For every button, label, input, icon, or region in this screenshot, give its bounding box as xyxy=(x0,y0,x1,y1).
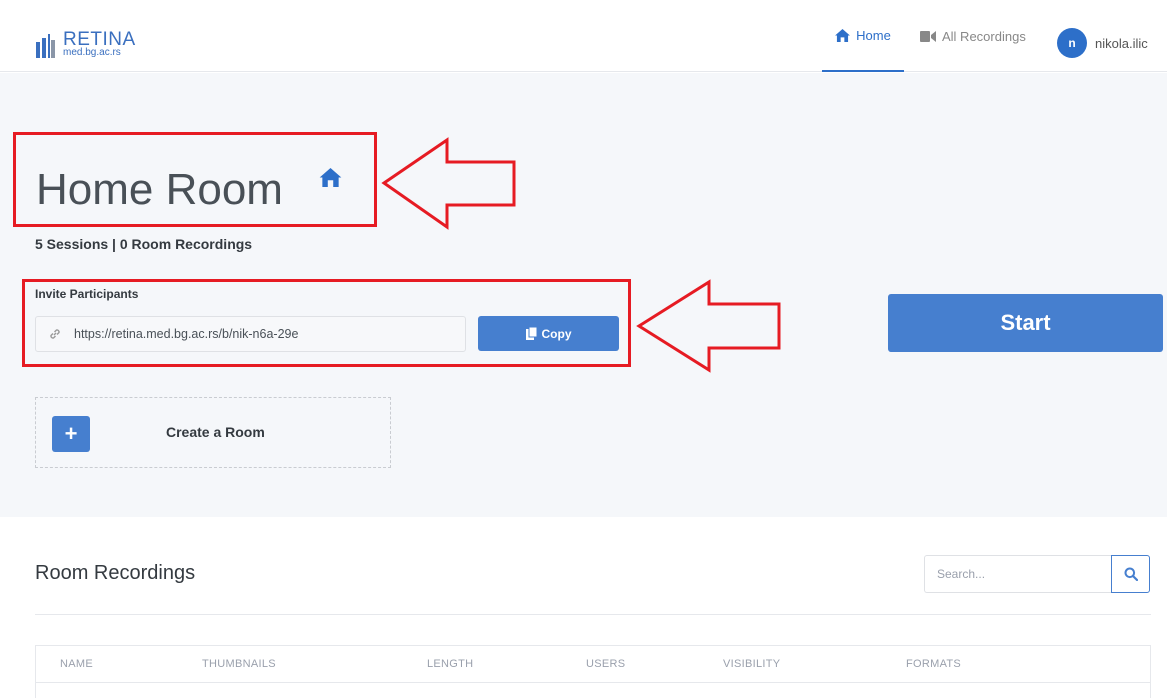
retina-logo[interactable]: RETINA med.bg.ac.rs xyxy=(36,30,136,58)
user-menu[interactable]: n nikola.ilic xyxy=(1057,28,1148,58)
nav-all-recordings-link[interactable]: All Recordings xyxy=(920,0,1026,72)
column-header-name: NAME xyxy=(60,658,93,670)
column-header-thumbnails: THUMBNAILS xyxy=(202,658,276,670)
room-stats: 5 Sessions | 0 Room Recordings xyxy=(35,236,253,252)
plus-icon: + xyxy=(52,416,90,452)
column-header-formats: FORMATS xyxy=(906,658,962,670)
start-button[interactable]: Start xyxy=(888,294,1163,352)
search-input[interactable]: Search... xyxy=(924,555,1111,593)
column-header-visibility: VISIBILITY xyxy=(723,658,781,670)
search-icon xyxy=(1124,567,1138,581)
create-room-label: Create a Room xyxy=(166,424,265,440)
recordings-divider xyxy=(35,614,1151,615)
user-name: nikola.ilic xyxy=(1095,35,1148,51)
room-recordings-title: Room Recordings xyxy=(35,562,196,584)
column-header-users: USERS xyxy=(586,658,626,670)
search-button[interactable] xyxy=(1111,555,1150,593)
recordings-table-header: NAME THUMBNAILS LENGTH USERS VISIBILITY … xyxy=(35,645,1151,683)
recordings-search: Search... xyxy=(924,555,1150,593)
logo-icon xyxy=(36,34,55,58)
nav-home-link[interactable]: Home xyxy=(822,0,904,72)
recordings-table-body xyxy=(35,683,1151,698)
home-icon xyxy=(835,28,851,42)
nav-all-recordings-label: All Recordings xyxy=(942,28,1026,44)
column-header-length: LENGTH xyxy=(427,658,474,670)
avatar: n xyxy=(1057,28,1087,58)
nav-home-label: Home xyxy=(856,27,891,43)
video-camera-icon xyxy=(920,30,936,42)
top-navbar: RETINA med.bg.ac.rs Home All Recordings … xyxy=(0,0,1167,72)
annotation-box-title xyxy=(13,132,377,227)
annotation-box-invite xyxy=(22,279,631,367)
create-room-card[interactable]: + Create a Room xyxy=(35,397,391,468)
